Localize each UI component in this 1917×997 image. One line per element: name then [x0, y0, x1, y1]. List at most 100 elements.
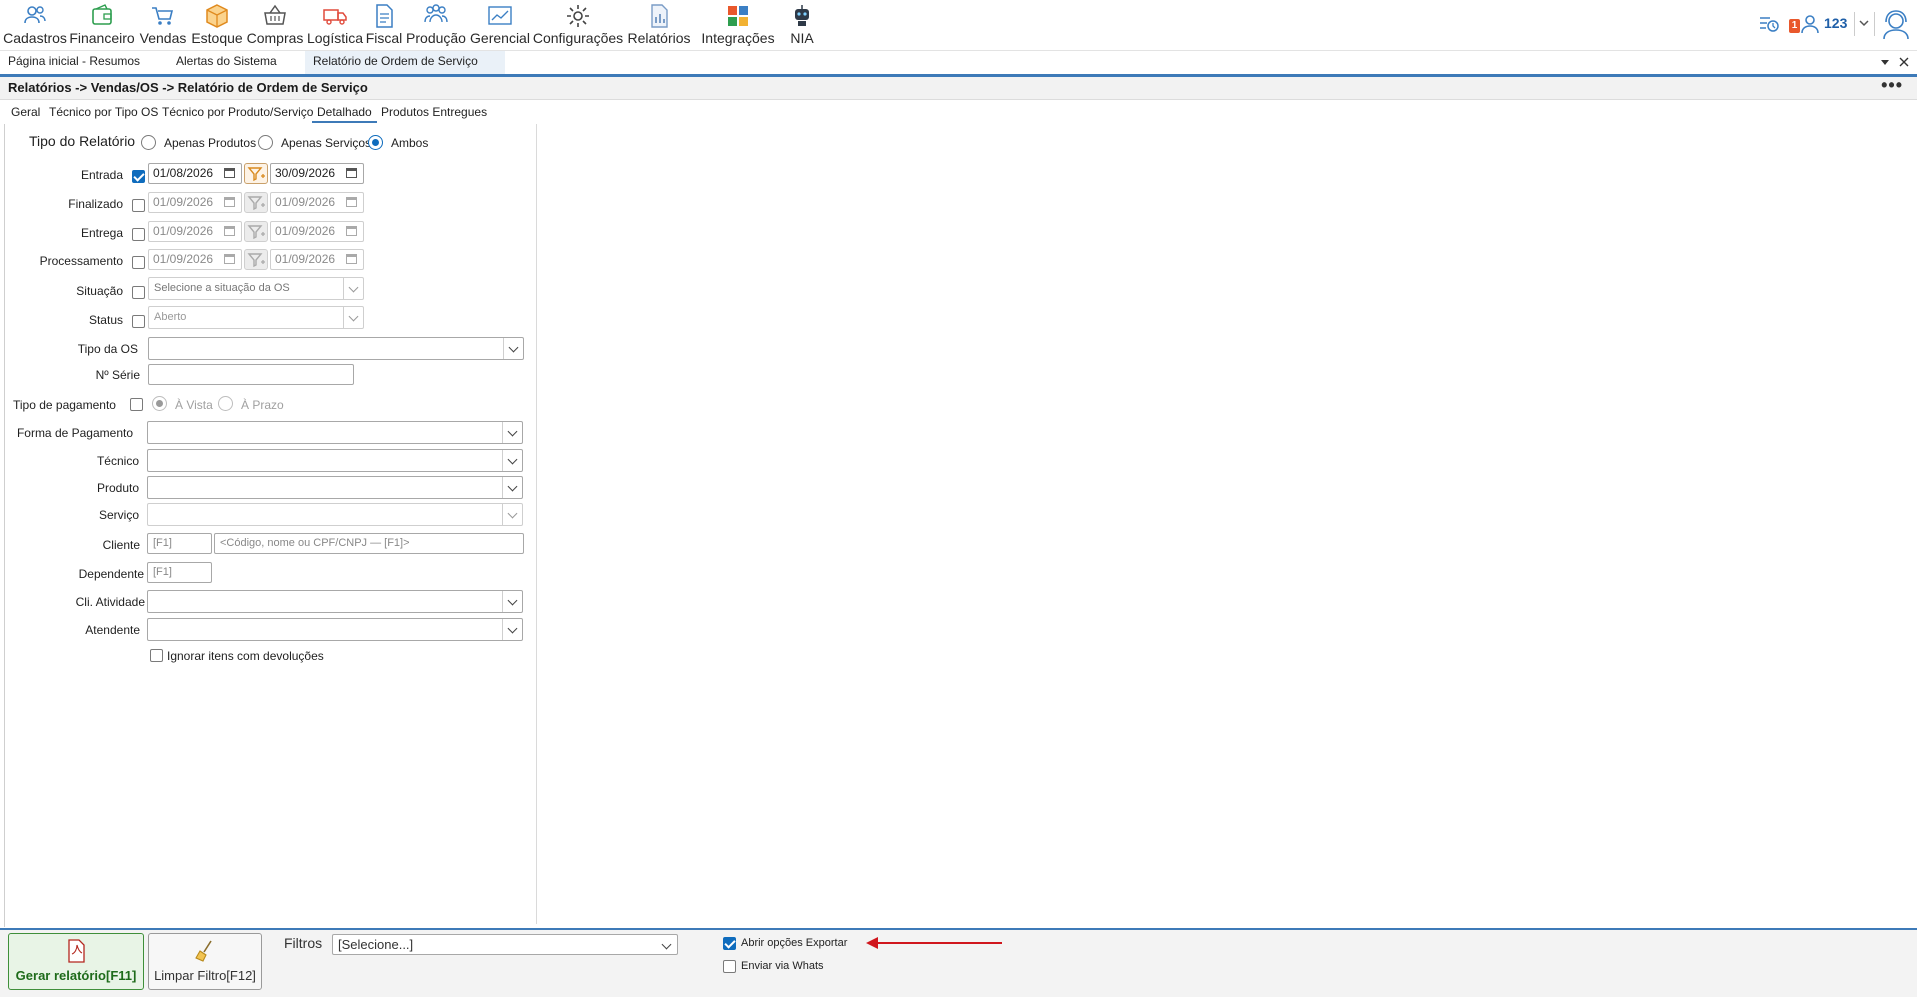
toolbar-label: Estoque [191, 30, 243, 46]
tab-list-dropdown-icon[interactable] [1880, 57, 1890, 67]
close-icon[interactable] [1898, 56, 1910, 68]
calendar-icon[interactable] [224, 168, 235, 178]
entrada-from-date[interactable]: 01/08/2026 [148, 163, 242, 184]
radio-a-prazo[interactable] [218, 396, 233, 411]
toolbar-gerencial[interactable]: Gerencial [470, 0, 530, 48]
clear-filter-button[interactable]: Limpar Filtro[F12] [148, 933, 262, 990]
entrada-filter-button[interactable] [244, 163, 268, 184]
entrega-to-date[interactable]: 01/09/2026 [270, 221, 364, 242]
processamento-filter-button[interactable] [244, 249, 268, 270]
calendar-icon[interactable] [346, 254, 357, 264]
calendar-icon[interactable] [346, 226, 357, 236]
finalizado-from-date[interactable]: 01/09/2026 [148, 192, 242, 213]
toolbar-label: Compras [246, 30, 304, 46]
ignorar-devolucoes-checkbox[interactable] [150, 649, 163, 662]
chevron-down-icon[interactable] [502, 591, 522, 612]
toolbar-integracoes[interactable]: Integrações [700, 0, 776, 48]
num-serie-input[interactable] [148, 364, 354, 385]
forma-pagamento-select[interactable] [147, 421, 523, 444]
subtab-detalhado[interactable]: Detalhado [312, 101, 377, 123]
export-options-checkbox[interactable] [723, 937, 736, 950]
subtab-produtos-entregues[interactable]: Produtos Entregues [376, 101, 492, 123]
chevron-down-icon[interactable] [502, 422, 522, 443]
entrega-from-date[interactable]: 01/09/2026 [148, 221, 242, 242]
status-select[interactable]: Aberto [148, 306, 364, 329]
filters-select[interactable]: [Selecione...] [332, 934, 678, 955]
dependente-label: Dependente [78, 567, 144, 581]
entrada-to-date[interactable]: 30/09/2026 [270, 163, 364, 184]
calendar-icon[interactable] [224, 254, 235, 264]
status-checkbox[interactable] [132, 315, 145, 328]
subtab-tecnico-tipo-os[interactable]: Técnico por Tipo OS [44, 101, 163, 123]
subtab-tecnico-produto-servico[interactable]: Técnico por Produto/Serviço [157, 101, 318, 123]
calendar-icon[interactable] [224, 197, 235, 207]
processamento-from-date[interactable]: 01/09/2026 [148, 249, 242, 270]
chevron-down-icon[interactable] [502, 477, 522, 498]
atendente-select[interactable] [147, 618, 523, 641]
calendar-icon[interactable] [346, 197, 357, 207]
tipo-os-select[interactable] [148, 337, 524, 360]
chevron-down-icon[interactable] [343, 278, 363, 299]
chevron-down-icon[interactable] [502, 450, 522, 471]
toolbar-relatorios[interactable]: Relatórios [626, 0, 692, 48]
finalizado-to-date[interactable]: 01/09/2026 [270, 192, 364, 213]
chart-icon [488, 6, 512, 25]
situacao-checkbox[interactable] [132, 286, 145, 299]
chevron-down-icon[interactable] [502, 619, 522, 640]
toolbar-nia[interactable]: NIA [784, 0, 820, 48]
radio-a-vista[interactable] [152, 396, 167, 411]
tipo-pagamento-label: Tipo de pagamento [13, 398, 116, 412]
chevron-down-icon[interactable] [1858, 18, 1870, 28]
cliente-search-input[interactable]: <Código, nome ou CPF/CNPJ — [F1]> [214, 533, 524, 554]
situacao-select[interactable]: Selecione a situação da OS [148, 277, 364, 300]
toolbar-cadastros[interactable]: Cadastros [3, 0, 67, 48]
chevron-down-icon[interactable] [343, 307, 363, 328]
notification-badge[interactable]: 1 [1789, 19, 1800, 33]
support-agent-icon[interactable] [1880, 8, 1912, 40]
status-value: Aberto [154, 311, 187, 323]
chevron-down-icon[interactable] [503, 338, 523, 359]
user-icon[interactable] [1800, 14, 1822, 34]
toolbar-compras[interactable]: Compras [246, 0, 304, 48]
radio-apenas-produtos[interactable] [141, 135, 156, 150]
processamento-checkbox[interactable] [132, 256, 145, 269]
send-whats-label: Enviar via Whats [741, 960, 824, 972]
tipo-relatorio-label: Tipo do Relatório [29, 133, 136, 149]
toolbar-vendas[interactable]: Vendas [139, 0, 187, 48]
toolbar-producao[interactable]: Produção [406, 0, 466, 48]
tipo-pagamento-checkbox[interactable] [130, 398, 143, 411]
send-whats-checkbox[interactable] [723, 960, 736, 973]
toolbar-financeiro[interactable]: Financeiro [69, 0, 135, 48]
entrega-filter-button[interactable] [244, 221, 268, 242]
calendar-icon[interactable] [224, 226, 235, 236]
servico-select[interactable] [147, 503, 523, 526]
toolbar-configuracoes[interactable]: Configurações [533, 0, 623, 48]
produto-select[interactable] [147, 476, 523, 499]
breadcrumb-text: Relatórios -> Vendas/OS -> Relatório de … [8, 80, 368, 95]
cli-atividade-select[interactable] [147, 590, 523, 613]
processamento-to-date[interactable]: 01/09/2026 [270, 249, 364, 270]
entrega-checkbox[interactable] [132, 228, 145, 241]
more-options-icon[interactable]: ••• [1881, 75, 1903, 96]
dependente-code-input[interactable]: [F1] [147, 562, 212, 583]
tab-pagina-inicial[interactable]: Página inicial - Resumos [0, 51, 148, 75]
radio-ambos[interactable] [368, 135, 383, 150]
tecnico-select[interactable] [147, 449, 523, 472]
user-id[interactable]: 123 [1824, 15, 1847, 31]
cliente-code-input[interactable]: [F1] [147, 533, 212, 554]
tab-relatorio-os[interactable]: Relatório de Ordem de Serviço [305, 51, 505, 75]
entrada-checkbox[interactable] [132, 170, 145, 183]
toolbar-fiscal[interactable]: Fiscal [366, 0, 402, 48]
chevron-down-icon[interactable] [502, 504, 522, 525]
toolbar-estoque[interactable]: Estoque [190, 0, 244, 48]
finalizado-filter-button[interactable] [244, 192, 268, 213]
calendar-icon[interactable] [346, 168, 357, 178]
tab-alertas-sistema[interactable]: Alertas do Sistema [168, 51, 285, 75]
chevron-down-icon[interactable] [657, 935, 677, 954]
toolbar-logistica[interactable]: Logística [307, 0, 363, 48]
radio-apenas-servicos[interactable] [258, 135, 273, 150]
history-icon[interactable] [1758, 14, 1780, 34]
subtab-geral[interactable]: Geral [6, 101, 45, 123]
generate-report-button[interactable]: Gerar relatório[F11] [8, 933, 144, 990]
finalizado-checkbox[interactable] [132, 199, 145, 212]
